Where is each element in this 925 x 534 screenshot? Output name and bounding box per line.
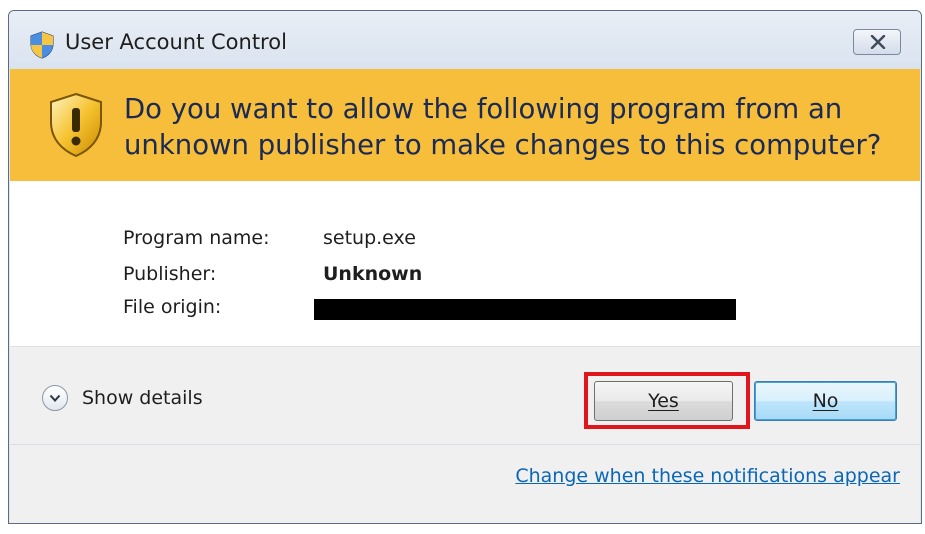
file-origin-label: File origin: — [123, 296, 222, 318]
publisher-label: Publisher: — [123, 263, 217, 285]
warning-banner: Do you want to allow the following progr… — [10, 69, 920, 181]
yes-button[interactable]: Yes — [594, 381, 733, 421]
change-notifications-link[interactable]: Change when these notifications appear — [515, 465, 900, 487]
show-details-label: Show details — [82, 387, 203, 409]
dialog-footer: Show details Yes No Change when these no… — [10, 346, 920, 523]
no-button[interactable]: No — [754, 381, 897, 421]
uac-question: Do you want to allow the following progr… — [124, 93, 882, 161]
show-details-button[interactable]: Show details — [42, 385, 203, 411]
uac-dialog: User Account Control Do you want to allo… — [8, 10, 922, 524]
close-button[interactable] — [853, 29, 901, 55]
program-name-label: Program name: — [123, 227, 270, 249]
title-bar: User Account Control — [9, 11, 921, 69]
program-info: Program name: setup.exe Publisher: Unkno… — [10, 181, 920, 346]
publisher-value: Unknown — [323, 263, 423, 285]
footer-divider — [10, 444, 920, 445]
window-title: User Account Control — [65, 30, 287, 54]
file-origin-redacted — [314, 299, 736, 320]
chevron-down-icon — [42, 385, 68, 411]
warning-shield-icon — [48, 92, 104, 158]
uac-shield-icon — [29, 31, 55, 59]
program-name-value: setup.exe — [323, 227, 416, 249]
close-icon — [870, 35, 886, 49]
